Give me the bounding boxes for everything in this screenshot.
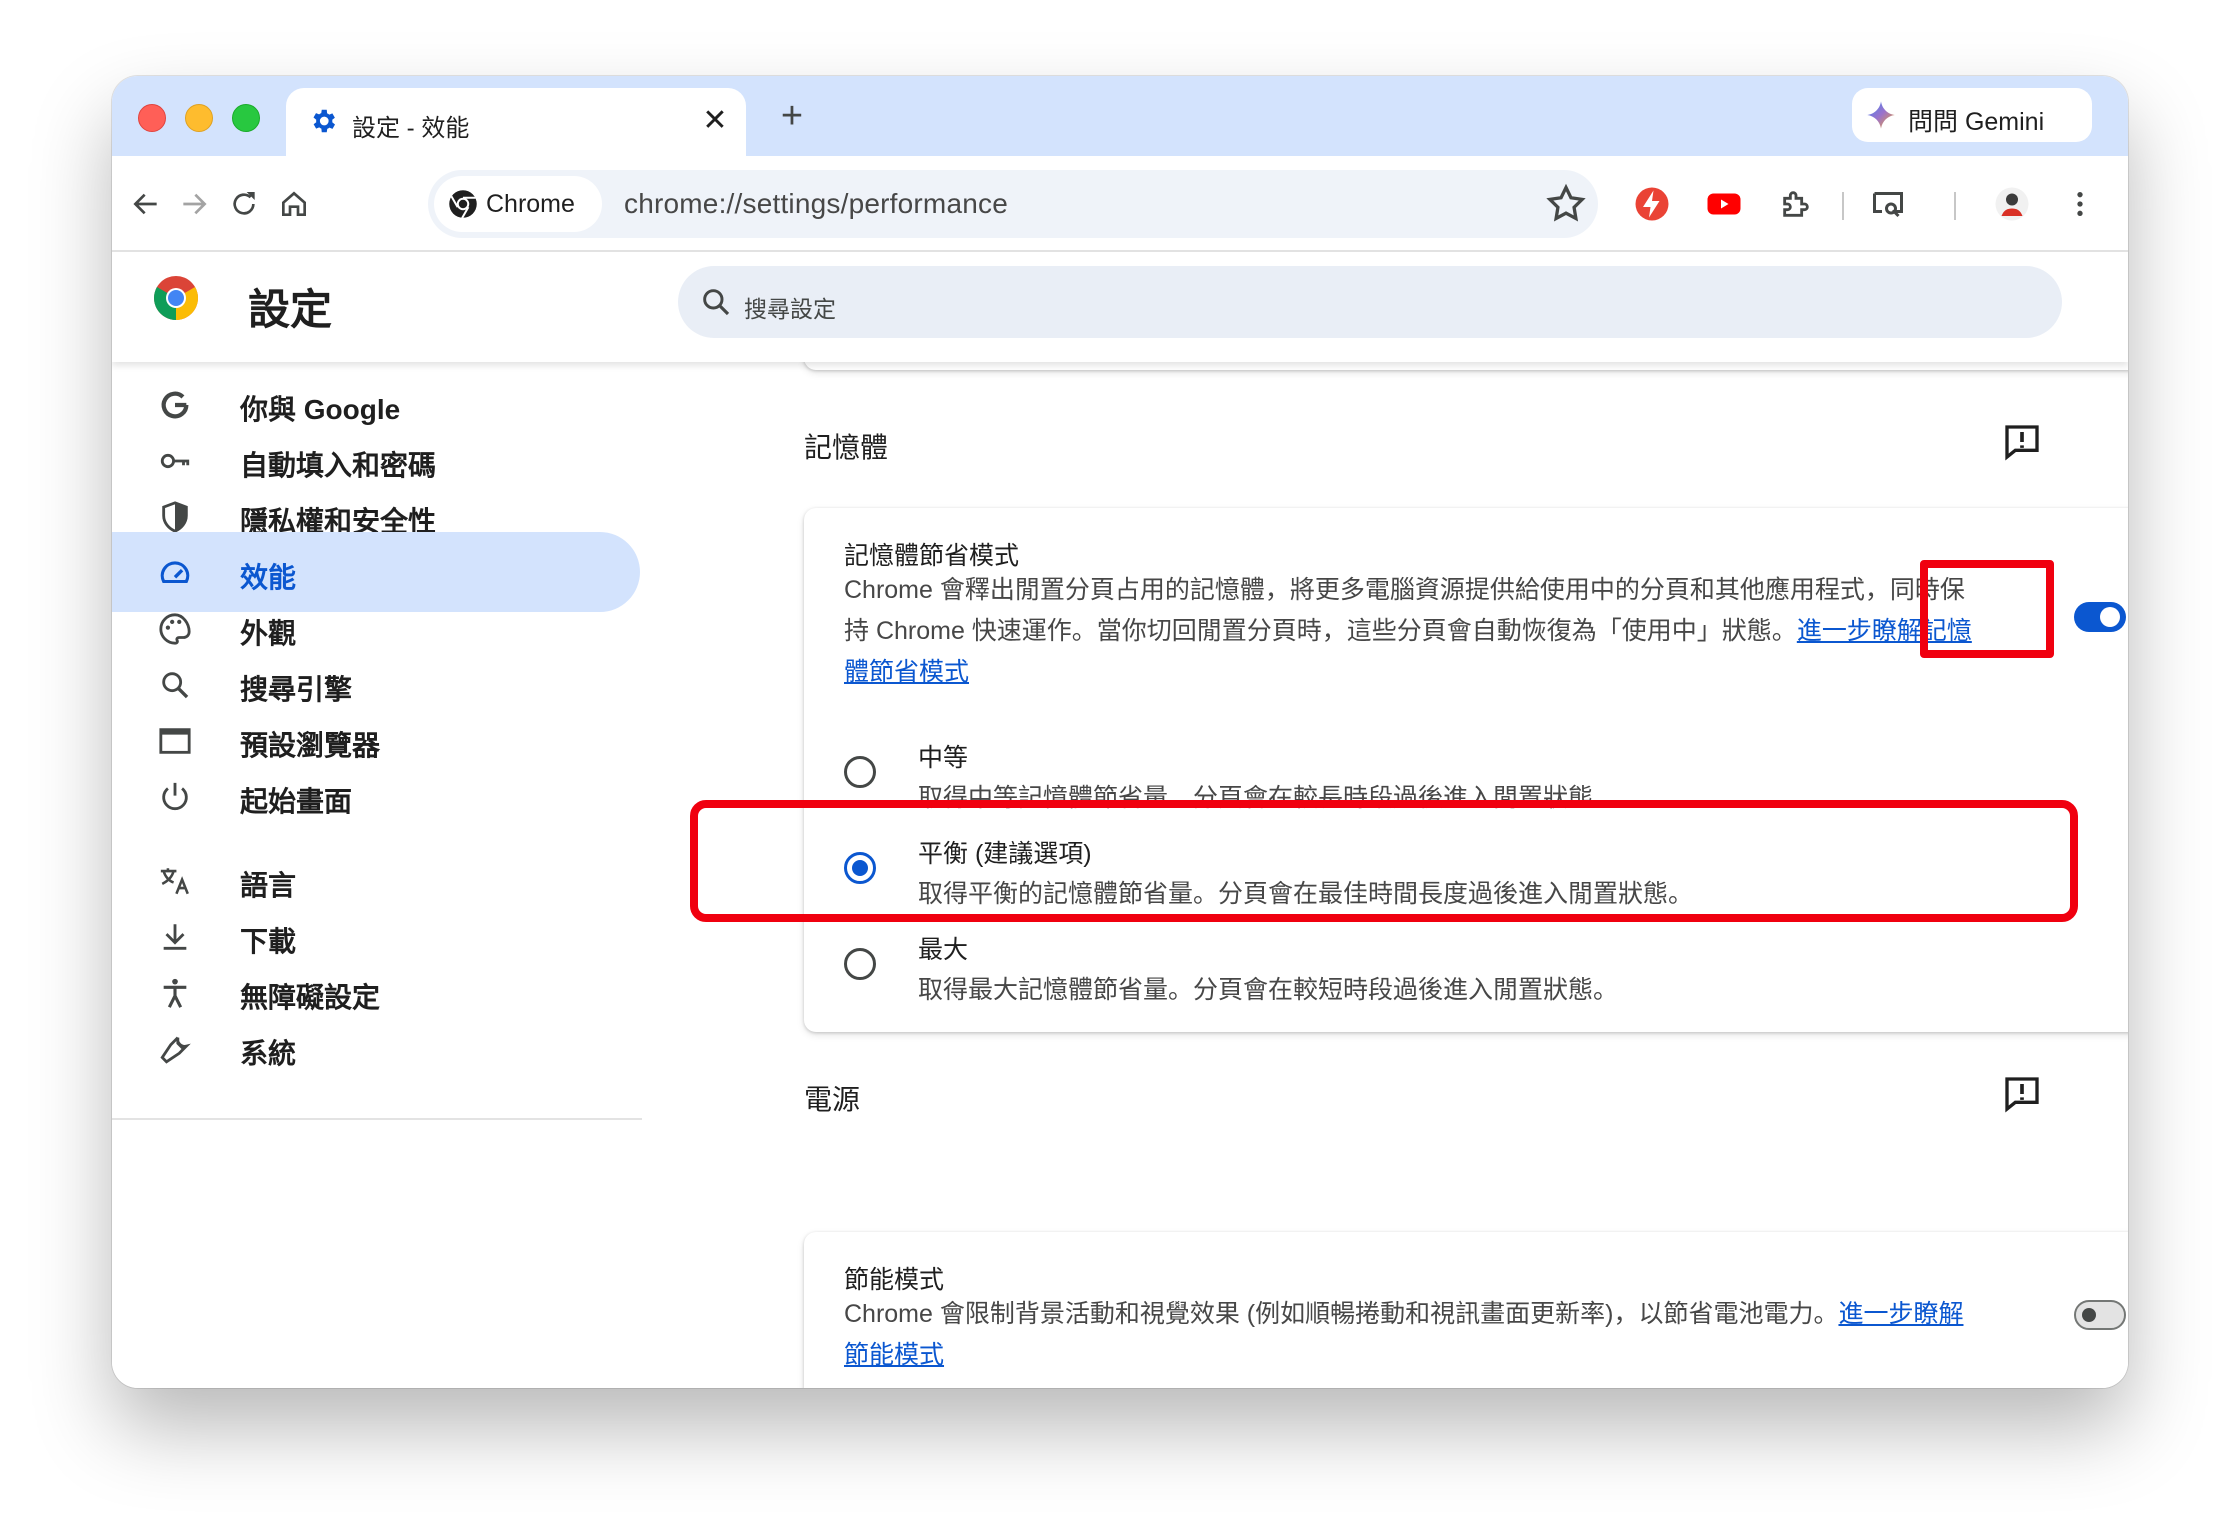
memory-saver-title: 記憶體節省模式 [844,542,1020,570]
toggle-knob [2082,1308,2096,1322]
toolbar-separator [1954,192,1956,220]
url-text[interactable]: chrome://settings/performance [624,188,1008,220]
highlight-balanced-option-box [690,800,2078,922]
ask-gemini-button[interactable]: 問問 Gemini [1852,88,2092,142]
tab-strip: 設定 - 效能 ✕ + 問問 Gemini [112,76,2128,156]
learn-more-energy-link[interactable]: 進一步瞭解 [1838,1300,1963,1328]
browser-window: 設定 - 效能 ✕ + 問問 Gemini Chrome chrome://se… [112,76,2128,1388]
avatar-icon [1995,187,2029,221]
reload-icon [233,192,255,215]
search-settings-input[interactable]: 搜尋設定 [678,266,2062,338]
tab-close-icon[interactable]: ✕ [698,104,732,138]
power-card: 節能模式 Chrome 會限制背景活動和視覺效果 (例如順暢捲動和視訊畫面更新率… [804,1232,2128,1388]
speedometer-icon [160,561,190,584]
gear-icon [313,109,335,133]
reload-button[interactable] [222,182,266,226]
forward-button[interactable] [172,182,216,226]
option-title: 最大 [918,936,969,964]
toolbar-separator [1842,192,1844,220]
shield-icon [162,501,188,533]
browser-window-icon [159,728,191,754]
translate-icon [160,868,189,895]
sidebar-divider [112,1118,642,1120]
tab-settings-performance[interactable]: 設定 - 效能 ✕ [286,88,746,156]
energy-saver-desc-text: Chrome 會限制背景活動和視覺效果 (例如順暢捲動和視訊畫面更新率)，以節省… [844,1300,1839,1328]
tab-title: 設定 - 效能 [352,115,470,142]
zoom-window-button[interactable] [232,104,260,132]
toggle-knob [2100,607,2120,627]
back-arrow-icon [133,193,157,215]
back-button[interactable] [124,182,168,226]
power-section-title: 電源 [804,1084,861,1115]
energy-saver-desc-line2: 節能模式 [844,1335,2114,1376]
settings-header: 設定 搜尋設定 [112,252,2128,362]
previous-card [804,362,2128,370]
gemini-sparkle-icon [1867,101,1895,129]
profile-button[interactable] [1990,182,2034,226]
more-vertical-icon [2077,192,2083,216]
menu-button[interactable] [2058,182,2102,226]
palette-icon [159,613,191,645]
google-g-icon [161,391,189,419]
omnibox[interactable]: Chrome chrome://settings/performance [428,170,1598,238]
feedback-icon[interactable] [2002,422,2042,462]
download-icon [163,924,187,950]
sidebar-item-on-startup[interactable]: 起始畫面 [112,756,640,836]
search-icon [162,672,189,699]
energy-saver-desc-line1: Chrome 會限制背景活動和視覺效果 (例如順暢捲動和視訊畫面更新率)，以節省… [844,1294,2114,1335]
memory-saver-desc-line3: 體節省模式 [844,652,2114,693]
toolbar: Chrome chrome://settings/performance [112,156,2128,252]
learn-more-energy-link-cont[interactable]: 節能模式 [844,1341,944,1369]
option-title: 中等 [918,744,969,772]
gemini-label: 問問 Gemini [1908,108,2045,136]
memory-saver-desc-text: 持 Chrome 快速運作。當你切回閒置分頁時，這些分頁會自動恢復為「使用中」狀… [844,617,1797,645]
chrome-logo-icon [154,276,198,320]
radio-maximum[interactable] [844,948,876,980]
sidebar-item-label: 系統 [240,1038,297,1069]
forward-arrow-icon [183,193,207,215]
sidebar: 你與 Google 自動填入和密碼 隱私權和安全性 效能 外觀 搜尋引擎 預設瀏… [112,362,672,1388]
power-icon [162,782,188,811]
chrome-icon [449,190,477,219]
energy-saver-description: Chrome 會限制背景活動和視覺效果 (例如順暢捲動和視訊畫面更新率)，以節省… [844,1294,2114,1376]
accessibility-icon [163,978,187,1008]
feedback-icon[interactable] [2002,1074,2042,1114]
memory-option-maximum[interactable]: 最大 取得最大記憶體節省量。分頁會在較短時段過後進入閒置狀態。 [804,918,2128,1014]
sidebar-item-system[interactable]: 系統 [112,1008,640,1088]
new-tab-button[interactable]: + [772,96,812,136]
lightning-extension-icon [1635,187,1669,221]
energy-saver-toggle[interactable] [2074,1300,2126,1330]
option-description: 取得最大記憶體節省量。分頁會在較短時段過後進入閒置狀態。 [918,976,1619,1004]
energy-saver-title: 節能模式 [844,1266,945,1294]
home-button[interactable] [272,182,316,226]
radio-moderate[interactable] [844,756,876,788]
bookmark-star-icon[interactable] [1544,182,1588,226]
wrench-icon [160,1036,191,1064]
extension-red-bolt-button[interactable] [1630,182,1674,226]
tab-search-icon [1873,192,1903,218]
minimize-window-button[interactable] [185,104,213,132]
puzzle-piece-icon [1783,191,1809,217]
extensions-button[interactable] [1774,182,1818,226]
site-info-chip[interactable]: Chrome [434,176,602,232]
search-icon [703,289,730,316]
sidebar-item-label: 起始畫面 [240,786,353,817]
search-placeholder: 搜尋設定 [744,296,836,322]
extension-youtube-button[interactable] [1702,182,1746,226]
key-icon [160,453,190,469]
memory-saver-toggle[interactable] [2074,602,2126,632]
close-window-button[interactable] [138,104,166,132]
youtube-icon [1707,193,1741,215]
search-tabs-button[interactable] [1866,182,1910,226]
memory-section-title: 記憶體 [804,432,889,463]
page-title: 設定 [248,286,333,333]
learn-more-memory-link-cont[interactable]: 體節省模式 [844,658,969,686]
home-icon [282,191,306,216]
chip-label: Chrome [486,190,575,218]
highlight-toggle-box [1920,560,2054,658]
